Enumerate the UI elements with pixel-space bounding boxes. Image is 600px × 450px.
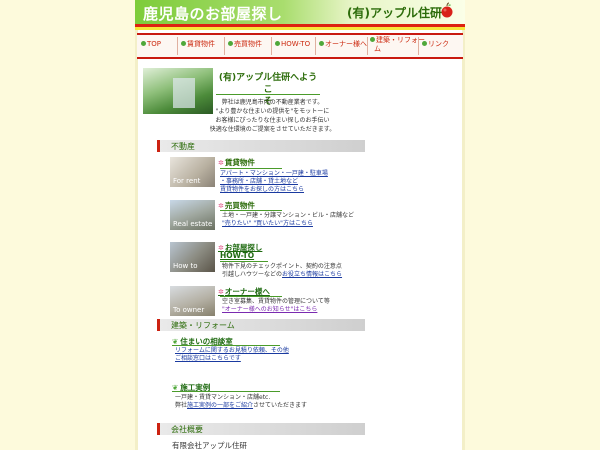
- bullet-icon: [422, 41, 427, 46]
- consult-link-1[interactable]: リフォームに関するお見積り依頼、その他: [175, 347, 289, 355]
- section-marker: [157, 423, 160, 435]
- bullet-icon: [319, 41, 324, 46]
- apple-icon: [441, 2, 453, 18]
- nav-owner[interactable]: オーナー様へ: [319, 40, 367, 49]
- owner-description: 空き室募集、賃貸物件の管理について等: [222, 298, 330, 305]
- sparkle-icon: ✲: [218, 288, 224, 296]
- works-description-2: 弊社施工実例の一部をご紹介させていただきます: [175, 402, 308, 409]
- works-underline: [172, 391, 280, 392]
- howto-description: 物件下見のチェックポイント、契約の注意点: [222, 263, 342, 270]
- owner-link[interactable]: "オーナー様へのお知らせ"はこちら: [222, 306, 317, 314]
- company-brand: (有)アップル住研: [347, 6, 442, 20]
- intro-text: 弊社は鹿児島市内の不動産業者です。 "より豊かな住まいの提供を"をモットーに お…: [209, 99, 336, 133]
- howto-thumbnail[interactable]: How to: [170, 242, 215, 272]
- consult-link-2[interactable]: ご相談窓口はこちらです: [175, 355, 241, 363]
- rent-link-search[interactable]: 賃貸物件をお探しの方はこちら: [220, 186, 304, 194]
- owner-thumbnail[interactable]: To owner: [170, 286, 215, 316]
- nav-howto[interactable]: HOW-TO: [275, 40, 310, 49]
- rent-link-commercial[interactable]: ・事務所・店舗・貸土地など: [220, 178, 298, 186]
- sparkle-icon: ✲: [218, 159, 224, 167]
- welcome-underline: [216, 94, 320, 95]
- nav-divider: [177, 37, 178, 55]
- nav-divider: [315, 37, 316, 55]
- section-marker: [157, 319, 160, 331]
- howto-title-link-2[interactable]: HOW-TO: [220, 251, 254, 260]
- rent-link-types[interactable]: アパート・マンション・一戸建・駐車場: [220, 170, 328, 178]
- works-link[interactable]: 施工実例の一部をご紹介: [187, 402, 253, 409]
- page-border-left: [135, 0, 138, 450]
- sparkle-icon: ✲: [218, 202, 224, 210]
- rent-underline: [220, 168, 282, 169]
- bullet-icon: [228, 41, 233, 46]
- nav-divider: [418, 37, 419, 55]
- rent-title-link[interactable]: ✲賃貸物件: [218, 157, 255, 168]
- header-yellow-rule: [135, 27, 465, 30]
- page-border-right: [462, 0, 465, 450]
- site-header: 鹿児島のお部屋探し (有)アップル住研: [135, 0, 465, 24]
- consult-underline: [172, 345, 280, 346]
- nav-rent[interactable]: 賃貸物件: [181, 40, 215, 49]
- company-name: 有限会社アップル住研: [172, 441, 247, 450]
- bullet-icon: [275, 41, 280, 46]
- bullet-icon: [181, 41, 186, 46]
- howto-link[interactable]: お役立ち情報はこちら: [282, 271, 342, 278]
- sale-description: 土地・一戸建・分譲マンション・ビル・店舗など: [222, 212, 355, 219]
- nav-divider: [271, 37, 272, 55]
- howto-description-2: 引越しハウツーなどのお役立ち情報はこちら: [222, 271, 343, 278]
- nav-sale[interactable]: 売買物件: [228, 40, 262, 49]
- site-title[interactable]: 鹿児島のお部屋探し: [143, 3, 283, 24]
- nav-divider: [224, 37, 225, 55]
- nav-links[interactable]: リンク: [422, 40, 449, 49]
- section-header-reform: 建築・リフォーム: [157, 319, 365, 331]
- main-nav: TOP 賃貸物件 売買物件 HOW-TO オーナー様へ 建築・リフォーム リンク: [137, 33, 463, 59]
- nav-top[interactable]: TOP: [141, 40, 161, 49]
- sale-thumbnail[interactable]: Real estate: [170, 200, 215, 230]
- nav-divider: [367, 37, 368, 55]
- owner-underline: [220, 296, 282, 297]
- section-marker: [157, 140, 160, 152]
- rent-thumbnail[interactable]: For rent: [170, 157, 215, 187]
- bullet-icon: [370, 37, 375, 42]
- nav-reform[interactable]: 建築・リフォーム: [370, 36, 425, 54]
- howto-underline: [220, 261, 268, 262]
- sale-link[interactable]: "売りたい" "買いたい"方はこちら: [222, 220, 313, 228]
- section-header-company: 会社概要: [157, 423, 365, 435]
- bullet-icon: [141, 41, 146, 46]
- section-header-realestate: 不動産: [157, 140, 365, 152]
- works-description: 一戸建・賃貸マンション・店舗etc.: [175, 394, 271, 401]
- sale-underline: [220, 210, 282, 211]
